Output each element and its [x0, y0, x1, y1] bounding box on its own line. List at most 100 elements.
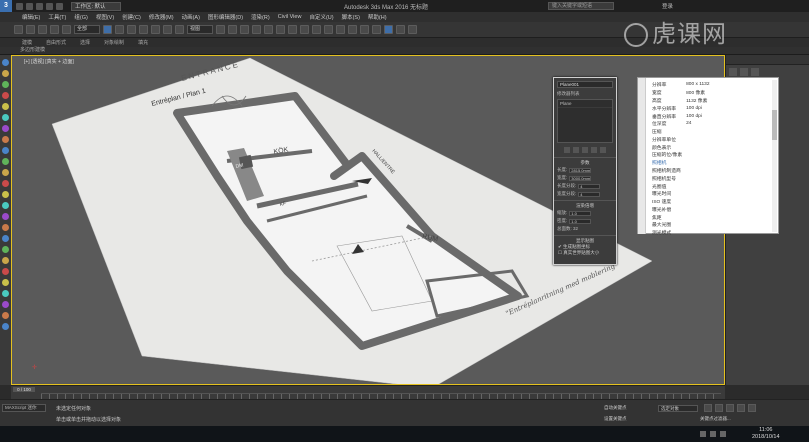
material-editor-button[interactable]: [372, 25, 381, 34]
ribbon-tab-freeform[interactable]: 自由形式: [46, 39, 66, 46]
network-icon[interactable]: [700, 431, 706, 437]
play-icon[interactable]: [726, 404, 734, 412]
aec-icon[interactable]: [2, 301, 9, 308]
undo-icon[interactable]: [46, 2, 53, 10]
input-method-icon[interactable]: [720, 431, 726, 437]
helper-icon[interactable]: [2, 213, 9, 220]
width-segs-field[interactable]: 4: [578, 191, 601, 197]
bind-space-warp-icon[interactable]: [62, 25, 71, 34]
compound-icon[interactable]: [2, 257, 9, 264]
scale-field[interactable]: 1.0: [569, 210, 592, 216]
show-end-result-icon[interactable]: [573, 147, 579, 153]
length-segs-field[interactable]: 4: [578, 183, 601, 189]
percent-snap-button[interactable]: [264, 25, 273, 34]
named-selection-button[interactable]: [288, 25, 297, 34]
scrollbar-thumb[interactable]: [772, 110, 777, 140]
set-key-button[interactable]: 设置关键点: [604, 416, 627, 422]
modifier-stack-item[interactable]: Plane: [558, 100, 612, 108]
rendered-frame-window-button[interactable]: [396, 25, 405, 34]
selection-filter-dropdown[interactable]: 全部: [74, 25, 100, 34]
ribbon-tab-populate[interactable]: 填充: [138, 39, 148, 46]
snaps-toggle-button[interactable]: [240, 25, 249, 34]
maxscript-listener[interactable]: MAXScript 迷你: [2, 404, 46, 412]
menu-graph-editors[interactable]: 图形编辑器(D): [208, 13, 243, 21]
window-crossing-button[interactable]: [139, 25, 148, 34]
menu-help[interactable]: 帮助(H): [368, 13, 387, 21]
render-setup-button[interactable]: [384, 25, 393, 34]
link-icon[interactable]: [38, 25, 47, 34]
doors-icon[interactable]: [2, 268, 9, 275]
properties-scrollbar[interactable]: [772, 80, 777, 232]
select-manipulate-button[interactable]: [228, 25, 237, 34]
pivot-center-button[interactable]: [216, 25, 225, 34]
modify-tab-icon[interactable]: [740, 68, 748, 76]
menu-customize[interactable]: 自定义(U): [309, 13, 333, 21]
save-icon[interactable]: [36, 2, 43, 10]
cone-icon[interactable]: [2, 103, 9, 110]
search-input[interactable]: 键入关键字或短语: [548, 2, 614, 10]
spacewarp-icon[interactable]: [2, 224, 9, 231]
select-by-name-button[interactable]: [115, 25, 124, 34]
select-object-button[interactable]: [103, 25, 112, 34]
spline-icon[interactable]: [2, 180, 9, 187]
parameters-rollout-title[interactable]: 参数: [554, 157, 616, 166]
reference-coordinate-dropdown[interactable]: 视图: [187, 25, 213, 34]
ribbon-tab-selection[interactable]: 选择: [80, 39, 90, 46]
spinner-snap-button[interactable]: [276, 25, 285, 34]
scale-button[interactable]: [175, 25, 184, 34]
curve-editor-button[interactable]: [348, 25, 357, 34]
menu-views[interactable]: 视图(V): [96, 13, 114, 21]
sign-in-link[interactable]: 登录: [662, 2, 673, 10]
geosphere-icon[interactable]: [2, 125, 9, 132]
configure-sets-icon[interactable]: [600, 147, 606, 153]
rectangular-selection-button[interactable]: [127, 25, 136, 34]
viewport-label[interactable]: [+] [透视] [真实 + 边面]: [24, 58, 74, 65]
pyramid-icon[interactable]: [2, 147, 9, 154]
make-unique-icon[interactable]: [582, 147, 588, 153]
layer-manager-button[interactable]: [324, 25, 333, 34]
auto-key-button[interactable]: 自动关键点: [604, 405, 627, 411]
tube-icon[interactable]: [2, 136, 9, 143]
render-multipliers-title[interactable]: 渲染倍增: [554, 200, 616, 209]
hierarchy-tab-icon[interactable]: [751, 68, 759, 76]
windows-icon[interactable]: [2, 279, 9, 286]
go-to-end-icon[interactable]: [748, 404, 756, 412]
length-field[interactable]: 2815.0mm: [569, 167, 592, 173]
redo-button[interactable]: [26, 25, 35, 34]
object-name-field[interactable]: Plane001: [557, 81, 613, 88]
ribbon-tab-modeling[interactable]: 建模: [22, 39, 32, 46]
align-button[interactable]: [312, 25, 321, 34]
rotate-button[interactable]: [163, 25, 172, 34]
new-icon[interactable]: [16, 2, 23, 10]
width-field[interactable]: 3000.0mm: [569, 175, 592, 181]
move-button[interactable]: [151, 25, 160, 34]
go-to-start-icon[interactable]: [704, 404, 712, 412]
render-production-button[interactable]: [408, 25, 417, 34]
perspective-viewport[interactable]: ENTRANCE Entréplan / Plan 1 KÖK RUM DM K…: [11, 55, 725, 385]
menu-scripting[interactable]: 脚本(S): [342, 13, 360, 21]
real-world-map-size-checkbox[interactable]: ☐ 真实世界贴图大小: [554, 250, 616, 256]
camera-icon[interactable]: [2, 202, 9, 209]
menu-edit[interactable]: 编辑(E): [22, 13, 40, 21]
undo-button[interactable]: [14, 25, 23, 34]
taskbar-clock[interactable]: 11:06 2018/10/14: [752, 427, 780, 441]
mirror-button[interactable]: [300, 25, 309, 34]
particles-icon[interactable]: [2, 246, 9, 253]
key-filters-button[interactable]: 关键点过滤器...: [700, 416, 731, 422]
patch-icon[interactable]: [2, 312, 9, 319]
next-frame-icon[interactable]: [737, 404, 745, 412]
selection-set-dropdown[interactable]: 选定对象: [658, 405, 698, 412]
volume-icon[interactable]: [710, 431, 716, 437]
schematic-view-button[interactable]: [360, 25, 369, 34]
modifier-list-label[interactable]: 修改器列表: [554, 91, 616, 97]
plane-icon[interactable]: [2, 158, 9, 165]
unlink-icon[interactable]: [50, 25, 59, 34]
graphite-toggle-button[interactable]: [336, 25, 345, 34]
show-map-title[interactable]: 显示贴图: [554, 235, 616, 244]
menu-animation[interactable]: 动画(A): [182, 13, 200, 21]
stairs-icon[interactable]: [2, 290, 9, 297]
menu-group[interactable]: 组(G): [74, 13, 87, 21]
menu-rendering[interactable]: 渲染(R): [251, 13, 270, 21]
remove-modifier-icon[interactable]: [591, 147, 597, 153]
open-icon[interactable]: [26, 2, 33, 10]
